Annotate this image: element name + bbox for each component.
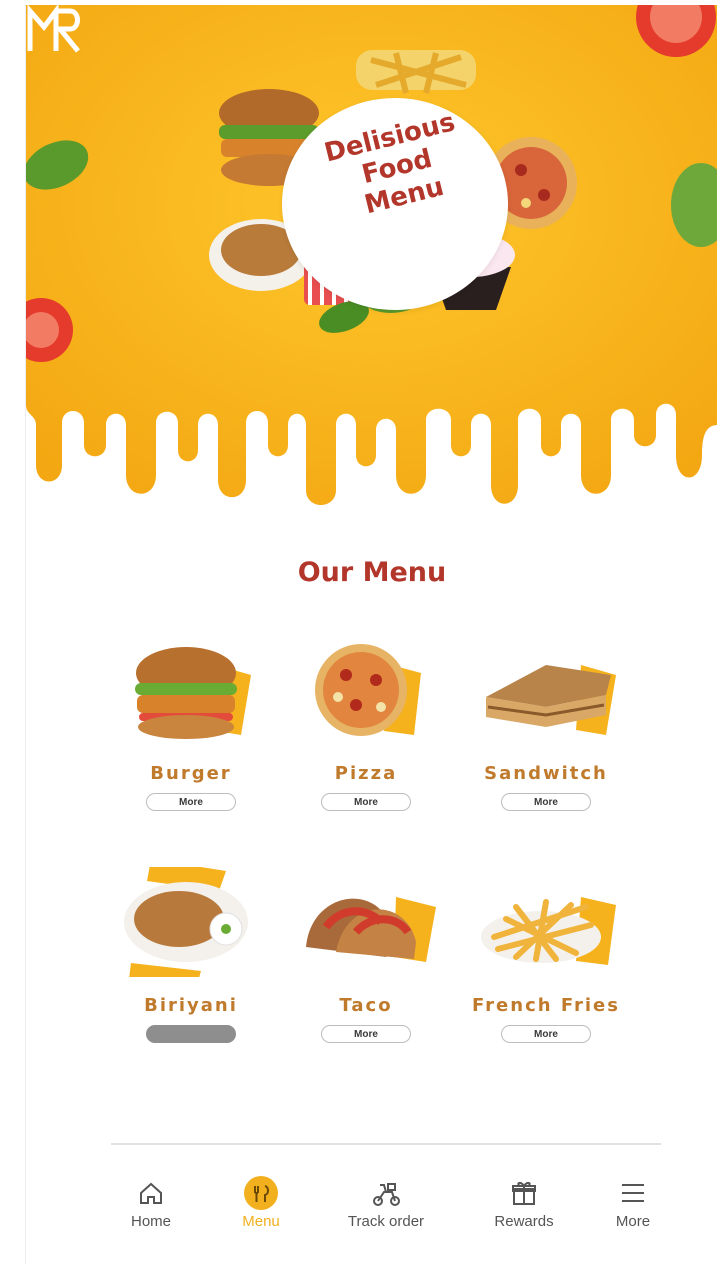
- nav-label-rewards: Rewards: [494, 1213, 554, 1230]
- nav-item-menu[interactable]: Menu: [201, 1165, 321, 1235]
- menu-item-label: Taco: [339, 995, 393, 1016]
- nav-item-track-order[interactable]: Track order: [326, 1165, 446, 1235]
- menu-item-label: Burger: [150, 763, 232, 784]
- phone-screen: Delisious Food Menu Our Menu Burger More: [25, 5, 717, 1264]
- hero-banner: Delisious Food Menu: [26, 5, 717, 505]
- menu-item-sandwich[interactable]: Sandwitch More: [456, 635, 636, 835]
- menu-item-french-fries[interactable]: French Fries More: [456, 867, 636, 1067]
- nav-label-more: More: [615, 1213, 651, 1230]
- more-button[interactable]: More: [501, 793, 591, 811]
- nav-item-rewards[interactable]: Rewards: [464, 1165, 584, 1235]
- more-button[interactable]: More: [146, 1025, 236, 1043]
- menu-item-label: French Fries: [472, 995, 620, 1016]
- menu-item-burger[interactable]: Burger More: [101, 635, 281, 835]
- fries-hero-image: [356, 50, 476, 94]
- biriyani-image: [124, 867, 248, 977]
- fries-image: [481, 897, 616, 965]
- app-frame: Delisious Food Menu Our Menu Burger More: [0, 0, 717, 1264]
- nav-label-track-order: Track order: [347, 1213, 425, 1230]
- more-button[interactable]: More: [146, 793, 236, 811]
- bottom-nav: Home Menu Track order Rewards More: [26, 1165, 717, 1245]
- home-icon: [140, 1182, 162, 1204]
- nav-divider: [111, 1143, 661, 1145]
- nav-label-home: Home: [130, 1213, 171, 1230]
- burger-image: [135, 647, 251, 739]
- nav-item-more[interactable]: More: [573, 1165, 693, 1235]
- menu-item-biriyani[interactable]: Biriyani More: [101, 867, 281, 1067]
- menu-item-label: Sandwitch: [484, 763, 608, 784]
- menu-food-icon: [244, 1176, 278, 1210]
- menu-item-taco[interactable]: Taco More: [276, 867, 456, 1067]
- pizza-image: [315, 644, 421, 736]
- nav-label-menu: Menu: [242, 1213, 280, 1230]
- menu-item-label: Biriyani: [144, 995, 238, 1016]
- gift-icon: [512, 1181, 536, 1205]
- menu-item-pizza[interactable]: Pizza More: [276, 635, 456, 835]
- sandwich-image: [486, 665, 616, 735]
- more-button[interactable]: More: [321, 793, 411, 811]
- section-title: Our Menu: [297, 557, 447, 588]
- taco-image: [306, 897, 436, 962]
- delivery-scooter-icon: [373, 1183, 400, 1206]
- menu-item-label: Pizza: [334, 763, 398, 784]
- hamburger-menu-icon: [622, 1184, 644, 1202]
- nav-item-home[interactable]: Home: [91, 1165, 211, 1235]
- more-button[interactable]: More: [321, 1025, 411, 1043]
- more-button[interactable]: More: [501, 1025, 591, 1043]
- brand-logo-icon: [27, 5, 80, 53]
